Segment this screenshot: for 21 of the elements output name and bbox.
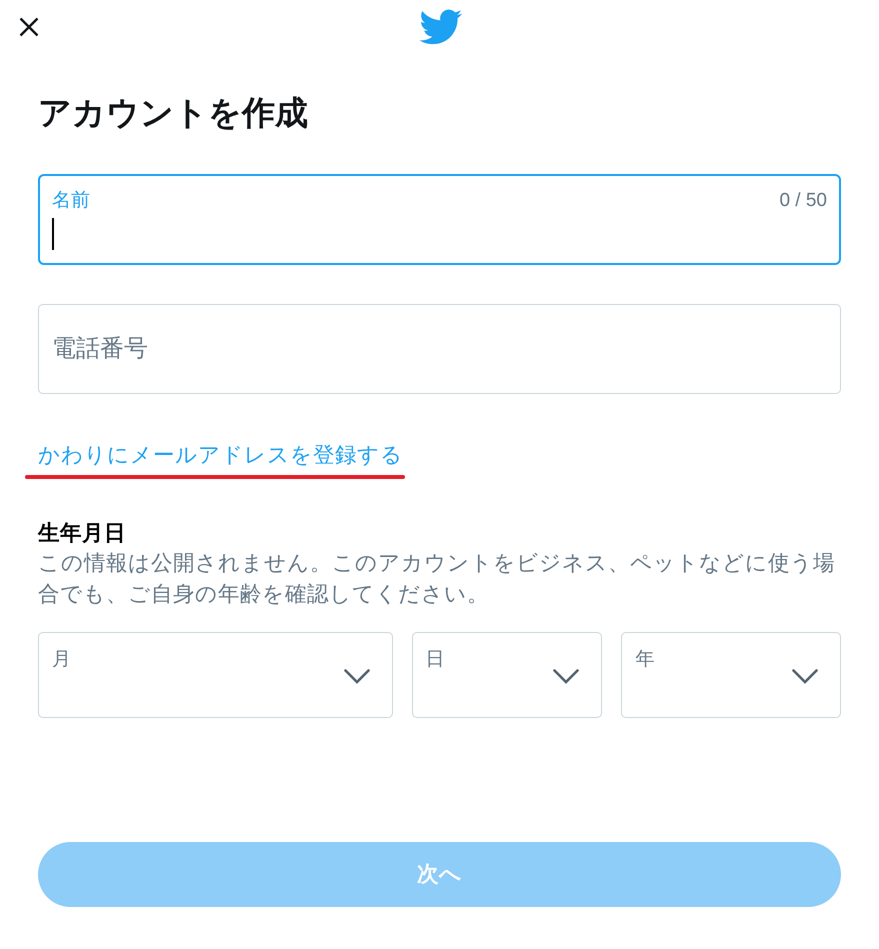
input-field[interactable]: 名前 0 / 50: [38, 174, 841, 265]
chevron-down-icon: [792, 668, 818, 684]
field-placeholder: 電話番号: [52, 334, 148, 364]
page-title: アカウントを作成: [38, 93, 309, 133]
character-counter: 0 / 50: [779, 189, 827, 213]
input-field[interactable]: 電話番号: [38, 304, 841, 394]
dropdown[interactable]: 月: [38, 632, 393, 718]
dropdown-label: 日: [426, 648, 445, 672]
field-label: 名前: [52, 189, 90, 213]
close-icon: [19, 17, 39, 37]
dropdown[interactable]: 日: [412, 632, 602, 718]
text-cursor-icon: [52, 218, 54, 250]
dropdown-label: 年: [635, 648, 654, 672]
section-description: この情報は公開されません。このアカウントをビジネス、ペットなどに使う場合でも、ご自身の年齢を確認してください。: [38, 550, 836, 608]
email-link[interactable]: かわりにメールアドレスを登録する: [38, 440, 403, 470]
dropdown-label: 月: [52, 648, 71, 672]
section-heading: 生年月日: [38, 520, 127, 547]
chevron-down-icon: [553, 668, 580, 684]
dropdown[interactable]: 年: [621, 632, 841, 718]
bird-icon: [418, 9, 462, 45]
chevron-down-icon: [344, 668, 370, 684]
